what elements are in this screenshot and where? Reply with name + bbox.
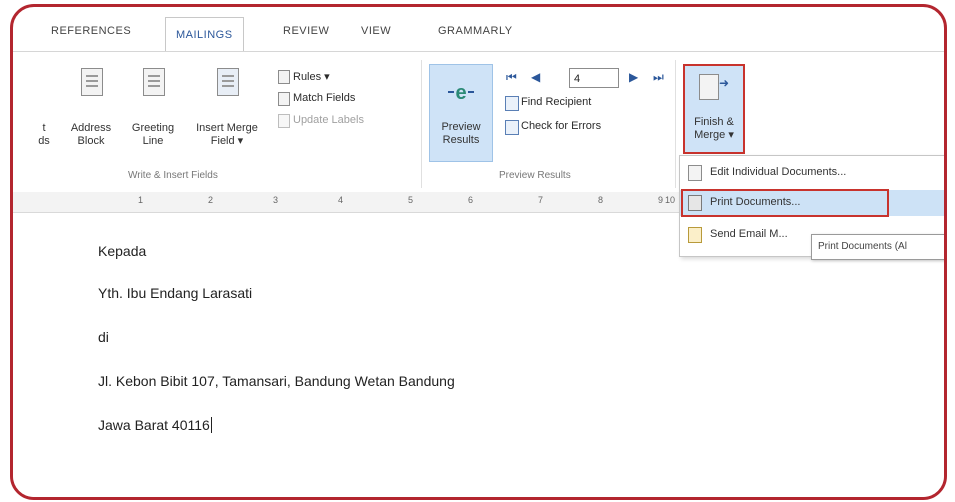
ruler-tick: 6 xyxy=(468,195,474,205)
check-errors-button[interactable]: Check for Errors xyxy=(521,120,601,132)
ribbon-tabs: REFERENCES MAILINGS REVIEW VIEW GRAMMARL… xyxy=(13,7,944,52)
ruler-tick: 1 xyxy=(138,195,144,205)
document-line: Yth. Ibu Endang Larasati xyxy=(98,285,253,301)
update-labels-icon xyxy=(278,114,290,128)
ruler-tick: 9 xyxy=(658,195,664,205)
ruler-tick: 2 xyxy=(208,195,214,205)
edit-documents-icon xyxy=(688,165,702,181)
previous-record-icon[interactable]: ◀ xyxy=(531,70,540,84)
document-line: Kepada xyxy=(98,243,147,259)
match-fields-button[interactable]: Match Fields xyxy=(293,92,355,104)
text-cursor xyxy=(210,417,212,433)
screenshot-frame: REFERENCES MAILINGS REVIEW VIEW GRAMMARL… xyxy=(10,4,947,500)
finish-merge-icon xyxy=(699,74,719,100)
match-fields-icon xyxy=(278,92,290,106)
email-icon xyxy=(688,227,702,243)
tab-review[interactable]: REVIEW xyxy=(283,25,329,37)
tab-references[interactable]: REFERENCES xyxy=(51,25,131,37)
greeting-line-button[interactable]: Greeting Line xyxy=(123,122,183,148)
group-separator xyxy=(421,60,422,188)
document-line-last: Jawa Barat 40116 xyxy=(98,417,212,433)
ruler-tick: 8 xyxy=(598,195,604,205)
preview-results-icon: e xyxy=(448,82,474,104)
document-line: Jl. Kebon Bibit 107, Tamansari, Bandung … xyxy=(98,373,455,389)
group-separator xyxy=(675,60,676,188)
partial-button-label[interactable]: t ds xyxy=(35,122,53,148)
tab-view[interactable]: VIEW xyxy=(361,25,391,37)
ruler-tick: 7 xyxy=(538,195,544,205)
record-number-input[interactable]: 4 xyxy=(569,68,619,88)
tab-grammarly[interactable]: GRAMMARLY xyxy=(438,25,513,37)
ruler-tick: 5 xyxy=(408,195,414,205)
address-block-icon xyxy=(81,68,103,96)
ruler-tick: 4 xyxy=(338,195,344,205)
greeting-line-icon xyxy=(143,68,165,96)
write-insert-group-label: Write & Insert Fields xyxy=(128,170,218,181)
document-line: di xyxy=(98,329,109,345)
preview-results-button[interactable]: e Preview Results xyxy=(429,64,493,162)
find-recipient-icon xyxy=(505,96,519,111)
preview-group-label: Preview Results xyxy=(499,170,571,181)
svg-text:e: e xyxy=(455,82,466,104)
ruler-tick: 10 xyxy=(665,195,676,205)
update-labels-button[interactable]: Update Labels xyxy=(293,114,364,126)
last-record-icon[interactable]: ⏭ xyxy=(653,70,664,85)
tab-mailings[interactable]: MAILINGS xyxy=(165,17,244,52)
address-block-button[interactable]: Address Block xyxy=(63,122,119,148)
print-documents-tooltip: Print Documents (Al xyxy=(811,234,944,260)
insert-merge-field-icon xyxy=(217,68,239,96)
ruler-tick: 3 xyxy=(273,195,279,205)
check-errors-icon xyxy=(505,120,519,135)
rules-icon xyxy=(278,70,290,84)
menu-item-edit-documents[interactable]: Edit Individual Documents... xyxy=(680,160,944,186)
first-record-icon[interactable]: ⏮ xyxy=(506,70,517,85)
arrow-right-icon: ➜ xyxy=(719,76,730,90)
finish-merge-button[interactable]: ➜ Finish & Merge ▾ xyxy=(683,64,745,154)
next-record-icon[interactable]: ▶ xyxy=(629,70,638,84)
insert-merge-field-button[interactable]: Insert Merge Field ▾ xyxy=(187,122,267,148)
find-recipient-button[interactable]: Find Recipient xyxy=(521,96,591,108)
print-documents-highlight xyxy=(681,189,889,217)
rules-button[interactable]: Rules ▾ xyxy=(293,70,330,83)
